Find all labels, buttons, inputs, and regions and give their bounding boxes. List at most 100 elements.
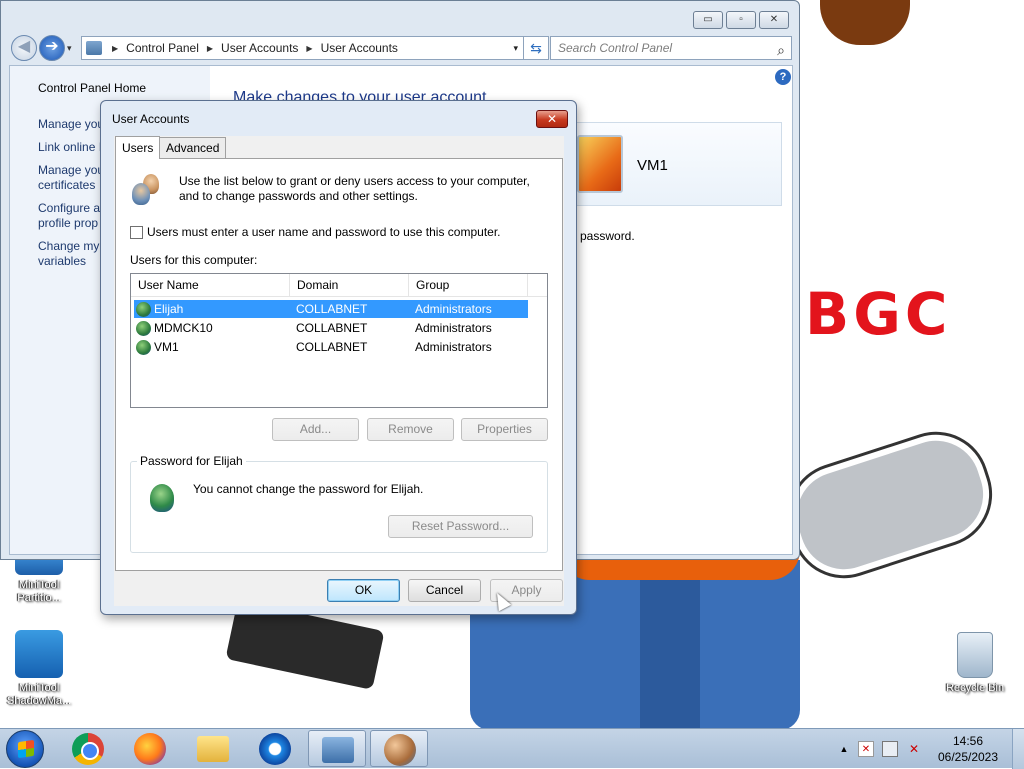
windows-logo-icon <box>18 739 34 759</box>
tab-users[interactable]: Users <box>115 136 161 159</box>
reset-password-button[interactable]: Reset Password... <box>388 515 533 538</box>
taskbar-item-chrome[interactable] <box>59 730 117 767</box>
taskbar-item-user-accounts[interactable] <box>370 730 428 767</box>
show-hidden-icons-icon[interactable]: ▲ <box>836 741 852 757</box>
wallpaper-logo: BGC <box>805 280 952 348</box>
user-icon <box>136 321 151 336</box>
action-center-icon[interactable]: ✕ <box>858 741 874 757</box>
sidebar-link-profile-properties[interactable]: Configure a profile prop <box>38 201 100 231</box>
table-row[interactable]: MDMCK10 COLLABNET Administrators <box>134 319 528 337</box>
help-icon[interactable]: ? <box>775 69 791 85</box>
breadcrumb-arrow-icon[interactable]: ▶ <box>112 44 118 53</box>
taskbar-item-control-panel[interactable] <box>308 730 366 767</box>
wallpaper-figure-shade <box>640 560 700 728</box>
minimize-button[interactable]: ▭ <box>693 11 723 29</box>
password-groupbox: Password for Elijah You cannot change th… <box>130 454 548 553</box>
require-password-label[interactable]: Users must enter a user name and passwor… <box>147 225 501 239</box>
recycle-bin-icon <box>957 632 993 678</box>
clock-date[interactable]: 06/25/2023 <box>934 750 1002 764</box>
search-input[interactable]: Search Control Panel ⌕ <box>550 36 792 60</box>
cell-domain: COLLABNET <box>296 321 368 335</box>
account-picture[interactable] <box>577 135 623 193</box>
cell-group: Administrators <box>415 302 492 316</box>
column-header-user-name[interactable]: User Name <box>131 274 290 297</box>
cancel-button[interactable]: Cancel <box>408 579 481 602</box>
back-button[interactable]: ◀ <box>11 35 37 61</box>
desktop-icon-recycle-bin[interactable]: Recycle Bin <box>937 632 1013 695</box>
search-icon[interactable]: ⌕ <box>777 39 785 61</box>
wallpaper-wrench <box>777 421 1003 589</box>
intro-text: Use the list below to grant or deny user… <box>179 174 530 203</box>
tab-advanced[interactable]: Advanced <box>159 137 227 158</box>
users-list-label: Users for this computer: <box>130 253 258 267</box>
taskbar-item-internet-explorer[interactable] <box>246 730 304 767</box>
system-tray: ▲ ✕ ✕ 14:56 06/25/2023 <box>830 729 1024 769</box>
window-caption[interactable]: ▭ ▫ ✕ <box>1 1 799 33</box>
breadcrumb-arrow-icon[interactable]: ▶ <box>306 44 312 53</box>
address-bar[interactable]: ▶ Control Panel ▶ User Accounts ▶ User A… <box>81 36 525 60</box>
address-dropdown-icon[interactable]: ▾ <box>513 43 518 54</box>
user-icon <box>136 302 151 317</box>
recent-pages-dropdown-icon[interactable]: ▾ <box>67 43 72 54</box>
close-button[interactable]: ✕ <box>759 11 789 29</box>
network-icon[interactable] <box>882 741 898 757</box>
column-header-group[interactable]: Group <box>409 274 528 297</box>
remove-user-button[interactable]: Remove <box>367 418 454 441</box>
user-icon <box>136 340 151 355</box>
dialog-title: User Accounts <box>112 112 190 126</box>
desktop-icon-label: MiniTool Partitio... <box>17 579 61 604</box>
taskbar-item-firefox[interactable] <box>121 730 179 767</box>
cell-user-name: Elijah <box>154 302 184 316</box>
taskbar: ▲ ✕ ✕ 14:56 06/25/2023 <box>0 728 1024 769</box>
breadcrumb-control-panel[interactable]: Control Panel <box>126 41 199 55</box>
dialog-body: Users Advanced Use the list below to gra… <box>114 136 564 606</box>
column-header-domain[interactable]: Domain <box>290 274 409 297</box>
wallpaper-figure-head <box>820 0 910 45</box>
sidebar-link-certificates[interactable]: Manage you certificates <box>38 163 104 193</box>
maximize-button[interactable]: ▫ <box>726 11 756 29</box>
internet-explorer-icon <box>259 733 291 765</box>
user-avatar-icon <box>146 482 178 514</box>
breadcrumb-user-accounts-current[interactable]: User Accounts <box>321 41 398 55</box>
cell-group: Administrators <box>415 321 492 335</box>
users-listview[interactable]: User Name Domain Group Elijah COLLABNET … <box>130 273 548 408</box>
volume-muted-icon[interactable]: ✕ <box>906 741 922 757</box>
desktop-icon-minitool-partition[interactable]: MiniTool Partitio... <box>1 555 77 605</box>
address-bar-row: ◀ ➔ ▾ ▶ Control Panel ▶ User Accounts ▶ … <box>9 35 793 61</box>
user-accounts-icon <box>384 734 416 766</box>
password-text: password. <box>580 229 635 243</box>
account-card: VM1 <box>570 122 782 206</box>
table-row[interactable]: Elijah COLLABNET Administrators <box>134 300 528 318</box>
search-placeholder: Search Control Panel <box>558 41 673 55</box>
password-message: You cannot change the password for Elija… <box>193 482 424 496</box>
sidebar-link-online-ids[interactable]: Link online I <box>38 140 102 155</box>
table-row[interactable]: VM1 COLLABNET Administrators <box>134 338 528 356</box>
cell-group: Administrators <box>415 340 492 354</box>
desktop-icon-minitool-shadowmaker[interactable]: MiniTool ShadowMa... <box>1 630 77 708</box>
refresh-button[interactable]: ⇆ <box>523 36 549 60</box>
breadcrumb-user-accounts[interactable]: User Accounts <box>221 41 298 55</box>
users-icon <box>131 173 163 205</box>
cell-user-name: VM1 <box>154 340 179 354</box>
folder-icon <box>197 736 229 762</box>
properties-button[interactable]: Properties <box>461 418 548 441</box>
sidebar-link-home[interactable]: Control Panel Home <box>38 81 146 96</box>
firefox-icon <box>134 733 166 765</box>
require-password-checkbox[interactable] <box>130 226 143 239</box>
dialog-close-button[interactable]: ✕ <box>536 110 568 128</box>
users-tab-panel: Use the list below to grant or deny user… <box>115 158 563 571</box>
cell-domain: COLLABNET <box>296 340 368 354</box>
show-desktop-button[interactable] <box>1012 729 1024 769</box>
forward-button[interactable]: ➔ <box>39 35 65 61</box>
listview-header: User Name Domain Group <box>131 274 547 297</box>
desktop-icon-label: MiniTool ShadowMa... <box>6 682 72 707</box>
ok-button[interactable]: OK <box>327 579 400 602</box>
sidebar-link-environment-variables[interactable]: Change my variables <box>38 239 99 269</box>
sidebar-link-manage-credentials[interactable]: Manage you <box>38 117 104 132</box>
breadcrumb-arrow-icon[interactable]: ▶ <box>207 44 213 53</box>
taskbar-item-explorer[interactable] <box>184 730 242 767</box>
add-user-button[interactable]: Add... <box>272 418 359 441</box>
account-name: VM1 <box>637 157 668 174</box>
clock-time[interactable]: 14:56 <box>938 734 998 748</box>
start-button[interactable] <box>6 730 44 768</box>
